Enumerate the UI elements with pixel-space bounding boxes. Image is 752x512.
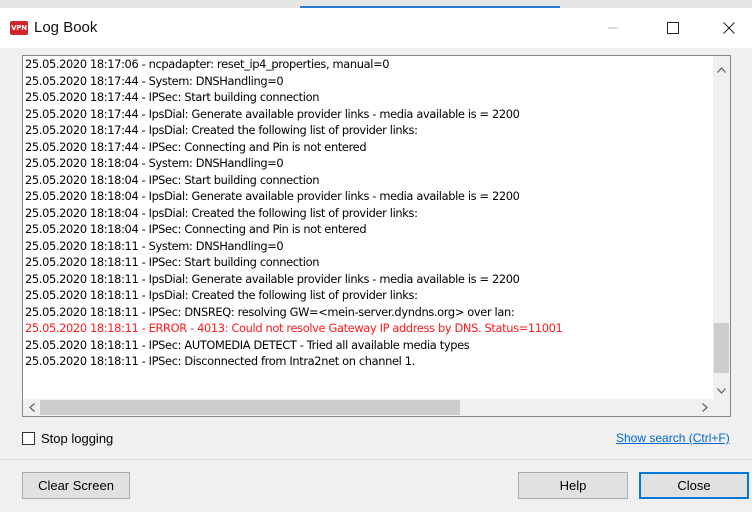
minimize-button[interactable]: [590, 8, 636, 48]
vpn-app-icon: VPN: [10, 21, 28, 35]
log-line: 25.05.2020 18:18:04 - IPSec: Connecting …: [25, 222, 367, 236]
stop-logging-option[interactable]: Stop logging: [22, 431, 113, 446]
scroll-right-icon[interactable]: [696, 399, 713, 416]
log-line: 25.05.2020 18:17:44 - IpsDial: Generate …: [25, 106, 520, 121]
log-line: 25.05.2020 18:18:04 - IPSec: Start build…: [25, 172, 320, 187]
log-line: 25.05.2020 18:17:44 - IPSec: Connecting …: [25, 139, 367, 154]
log-line: 25.05.2020 18:18:11 - IPSec: DNSREQ: res…: [25, 304, 515, 319]
close-icon: [723, 22, 735, 34]
window-title: Log Book: [34, 19, 98, 36]
scroll-left-icon[interactable]: [23, 399, 40, 416]
stop-logging-label: Stop logging: [41, 431, 114, 446]
close-button[interactable]: Close: [639, 472, 749, 499]
close-window-button[interactable]: [706, 8, 752, 48]
log-line: 25.05.2020 18:18:11 - IPSec: Disconnecte…: [25, 354, 415, 368]
log-line-error: 25.05.2020 18:18:11 - ERROR - 4013: Coul…: [25, 321, 563, 335]
show-search-link[interactable]: Show search (Ctrl+F): [616, 431, 730, 445]
log-line: 25.05.2020 18:18:04 - System: DNSHandlin…: [25, 156, 284, 170]
help-button[interactable]: Help: [518, 472, 628, 499]
log-line: 25.05.2020 18:17:44 - IpsDial: Created t…: [25, 123, 418, 137]
vertical-scrollbar[interactable]: [713, 56, 730, 399]
title-bar: VPN Log Book: [0, 8, 752, 48]
stop-logging-checkbox[interactable]: [22, 432, 35, 445]
scroll-down-icon[interactable]: [713, 382, 730, 399]
vertical-scroll-thumb[interactable]: [714, 323, 729, 373]
log-line: 25.05.2020 18:17:44 - IPSec: Start build…: [25, 90, 320, 104]
clear-screen-button[interactable]: Clear Screen: [22, 472, 130, 499]
log-line: 25.05.2020 18:18:11 - System: DNSHandlin…: [25, 238, 284, 253]
log-book-window: VPN Log Book 25.05.2020 18:17:06 - ncpad…: [0, 8, 752, 512]
log-line: 25.05.2020 18:17:44 - System: DNSHandlin…: [25, 73, 284, 88]
log-textarea[interactable]: 25.05.2020 18:17:06 - ncpadapter: reset_…: [22, 55, 731, 417]
log-line: 25.05.2020 18:18:11 - IPSec: AUTOMEDIA D…: [25, 337, 470, 352]
scroll-up-icon[interactable]: [713, 61, 730, 78]
log-line: 25.05.2020 18:18:11 - IPSec: Start build…: [25, 255, 320, 269]
log-lines: 25.05.2020 18:17:06 - ncpadapter: reset_…: [25, 56, 710, 370]
log-line: 25.05.2020 18:18:04 - IpsDial: Generate …: [25, 189, 520, 203]
scrollbar-corner: [713, 399, 730, 416]
log-line: 25.05.2020 18:18:04 - IpsDial: Created t…: [25, 205, 418, 220]
maximize-icon: [667, 22, 679, 34]
log-line: 25.05.2020 18:18:11 - IpsDial: Generate …: [25, 271, 520, 286]
log-line: 25.05.2020 18:18:11 - IpsDial: Created t…: [25, 288, 418, 302]
button-bar: Clear Screen Help Close: [0, 459, 752, 512]
minimize-icon: [608, 27, 618, 29]
log-line: 25.05.2020 18:17:06 - ncpadapter: reset_…: [25, 57, 390, 71]
maximize-button[interactable]: [650, 8, 696, 48]
horizontal-scrollbar[interactable]: [23, 399, 730, 416]
horizontal-scroll-thumb[interactable]: [40, 400, 460, 415]
